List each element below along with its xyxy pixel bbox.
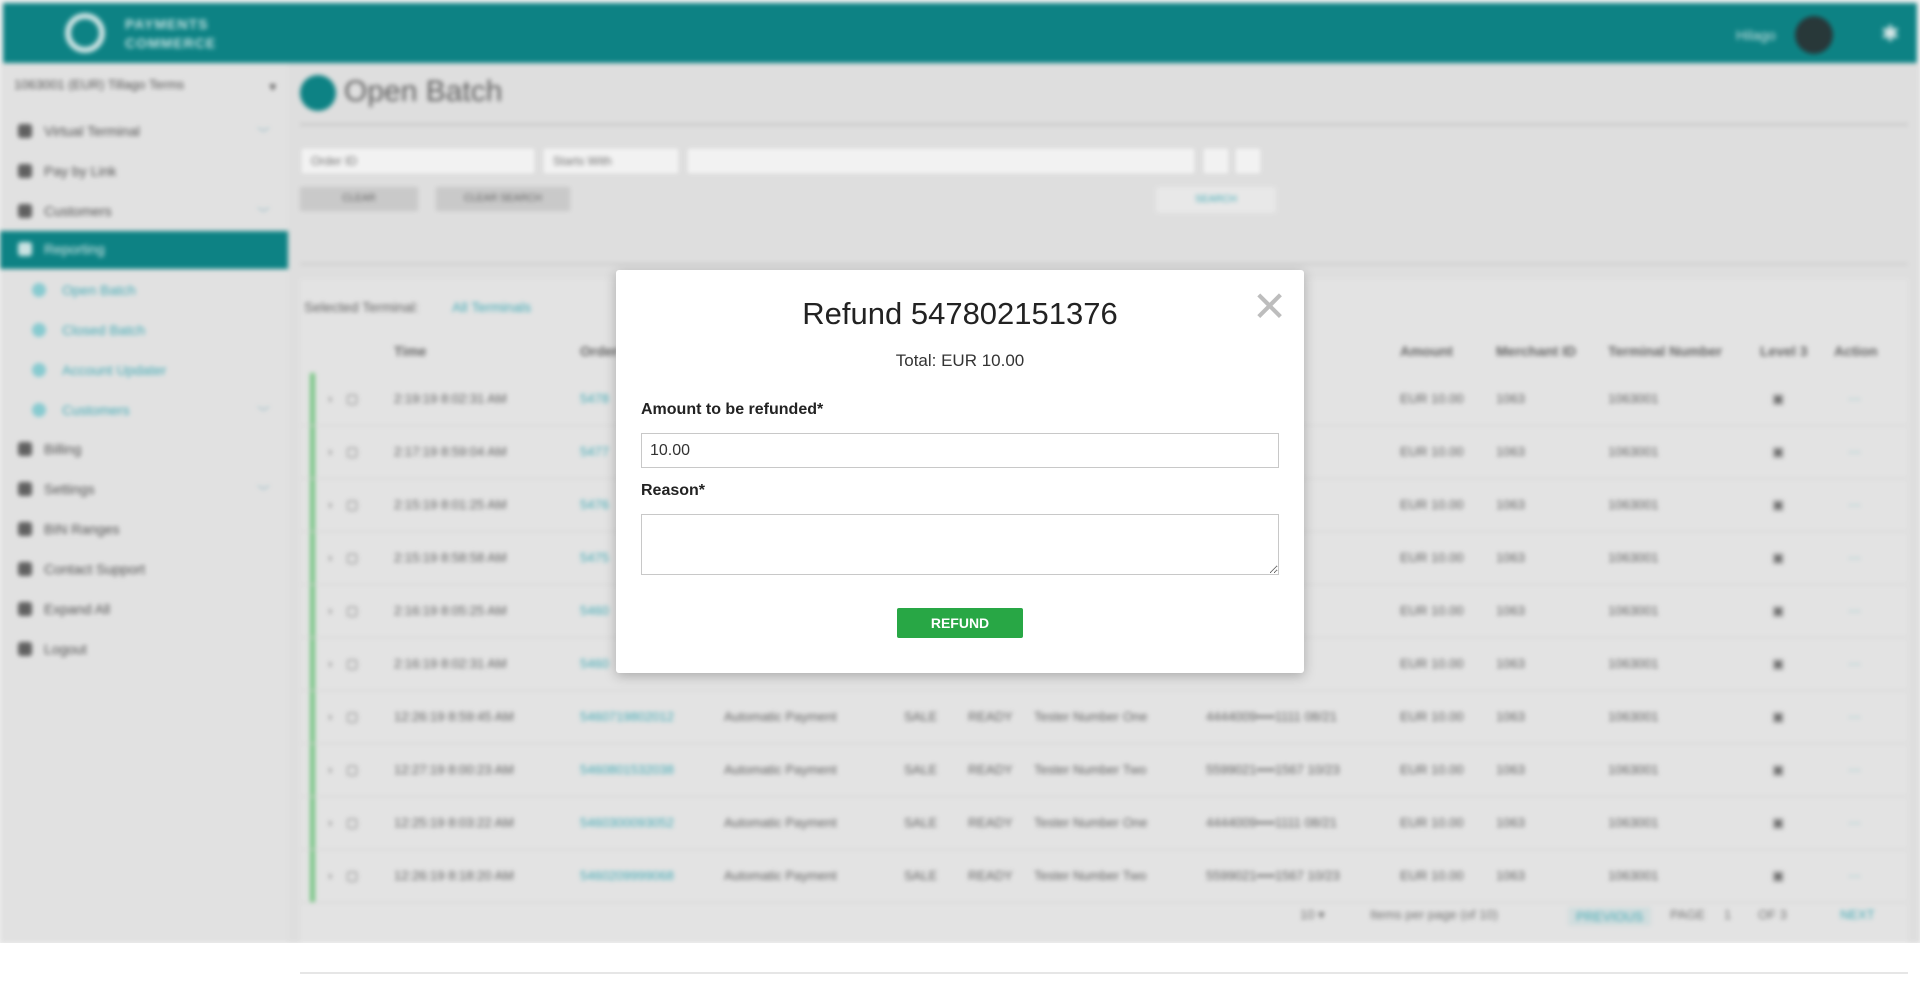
- amount-label: Amount to be refunded*: [641, 401, 824, 418]
- refund-reason-textarea[interactable]: [641, 514, 1279, 575]
- refund-button[interactable]: REFUND: [897, 608, 1023, 638]
- refund-dialog: Refund 547802151376 ✕ Total: EUR 10.00 A…: [616, 270, 1304, 673]
- refund-total: Total: EUR 10.00: [895, 351, 1025, 370]
- footer-divider: [300, 972, 1908, 974]
- page-footer-area: [0, 943, 1920, 1006]
- close-icon[interactable]: ✕: [1252, 286, 1287, 328]
- dialog-title: Refund 547802151376: [802, 296, 1118, 331]
- reason-label: Reason*: [641, 482, 706, 499]
- refund-amount-input[interactable]: [641, 433, 1279, 468]
